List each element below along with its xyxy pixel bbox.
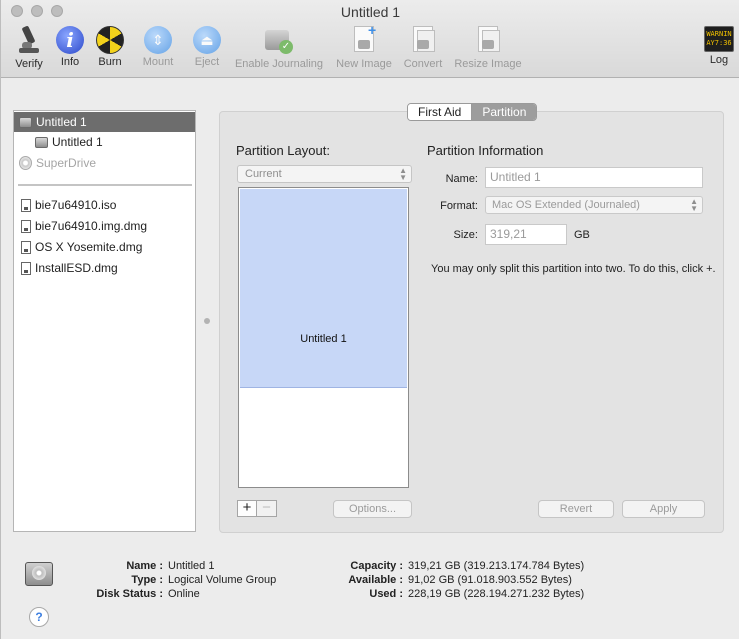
sidebar-item-label: OS X Yosemite.dmg (35, 240, 143, 254)
split-view-handle[interactable] (204, 318, 210, 324)
enable-journaling-label: Enable Journaling (234, 58, 324, 70)
partition-help-text: You may only split this partition into t… (431, 263, 716, 275)
journaling-disk-icon: ✓ (263, 24, 295, 56)
burn-button[interactable]: Burn (95, 24, 125, 68)
title-bar: Untitled 1 Verify i Info Burn ⇕ Mount ⏏ … (1, 0, 739, 78)
partition-volume-name: Untitled 1 (300, 333, 347, 345)
capacity-value: 319,21 GB (319.213.174.784 Bytes) (408, 560, 585, 572)
new-image-icon: + (348, 22, 380, 56)
eject-button[interactable]: ⏏ Eject (191, 24, 223, 68)
partition-map: Untitled 1 (238, 187, 409, 488)
toolbar: Verify i Info Burn ⇕ Mount ⏏ Eject ✓ Ena… (1, 22, 739, 76)
disk-image-icon (21, 240, 31, 254)
name-label: Name: (445, 173, 478, 185)
optical-disc-icon (19, 156, 32, 170)
new-image-button[interactable]: + New Image (333, 22, 395, 70)
device-list: Untitled 1 Untitled 1 SuperDrive bie7u64… (13, 110, 196, 532)
sidebar-item-label: bie7u64910.iso (35, 198, 117, 212)
available-value: 91,02 GB (91.018.903.552 Bytes) (408, 574, 572, 586)
disk-icon (25, 558, 53, 588)
partition-layout-select[interactable]: Current ▲ ▼ (237, 165, 412, 183)
disk-name-value: Untitled 1 (168, 560, 215, 572)
sidebar-item-untitled-disk[interactable]: Untitled 1 (14, 112, 195, 132)
capacity-key: Capacity : (350, 560, 403, 572)
verify-label: Verify (15, 58, 43, 70)
apply-button[interactable]: Apply (622, 500, 705, 518)
info-label: Info (60, 56, 80, 68)
radiation-icon (96, 26, 124, 54)
sidebar-item-untitled-volume[interactable]: Untitled 1 (14, 132, 195, 152)
sidebar-item-label: InstallESD.dmg (35, 261, 118, 275)
sidebar-item-label: SuperDrive (36, 156, 97, 170)
volume-icon (35, 136, 48, 148)
tab-partition[interactable]: Partition (472, 104, 537, 120)
format-select[interactable]: Mac OS Extended (Journaled) ▲ ▼ (485, 196, 703, 214)
mount-icon: ⇕ (144, 26, 172, 54)
size-label: Size: (453, 229, 478, 241)
log-label: Log (709, 54, 729, 66)
window-title: Untitled 1 (340, 4, 401, 20)
sidebar-item-label: Untitled 1 (36, 115, 87, 129)
disk-image-icon (21, 261, 31, 275)
sidebar-item-installesd-dmg[interactable]: InstallESD.dmg (14, 258, 195, 278)
remove-partition-button[interactable]: − (257, 500, 277, 517)
convert-icon (407, 24, 439, 56)
info-button[interactable]: i Info (55, 24, 85, 68)
convert-label: Convert (403, 58, 443, 70)
revert-button[interactable]: Revert (538, 500, 614, 518)
microscope-icon (13, 24, 45, 56)
disk-type-key: Type : (131, 574, 163, 586)
enable-journaling-button[interactable]: ✓ Enable Journaling (230, 24, 328, 70)
used-key: Used : (369, 588, 403, 600)
partition-info-title: Partition Information (427, 143, 544, 158)
sidebar-item-label: Untitled 1 (52, 135, 103, 149)
sidebar-item-superdrive[interactable]: SuperDrive (14, 153, 195, 173)
mount-button[interactable]: ⇕ Mount (140, 24, 176, 68)
up-down-chevron-icon: ▲ ▼ (399, 166, 407, 182)
sidebar-item-label: bie7u64910.img.dmg (35, 219, 148, 233)
up-down-chevron-icon: ▲ ▼ (690, 197, 698, 213)
tab-bar: First Aid Partition (407, 103, 538, 121)
partition-layout-value: Current (245, 168, 282, 180)
verify-button[interactable]: Verify (12, 24, 46, 70)
convert-button[interactable]: Convert (401, 24, 445, 70)
resize-image-icon (472, 24, 504, 56)
log-button[interactable]: WARNIN AY7:36 Log (703, 24, 735, 66)
used-value: 228,19 GB (228.194.271.232 Bytes) (408, 588, 585, 600)
disk-type-value: Logical Volume Group (168, 574, 277, 586)
mount-label: Mount (142, 56, 174, 68)
partition-layout-title: Partition Layout: (236, 143, 330, 158)
options-button[interactable]: Options... (333, 500, 412, 518)
disk-status-key: Disk Status : (96, 588, 163, 600)
sidebar-item-yosemite-dmg[interactable]: OS X Yosemite.dmg (14, 237, 195, 257)
disk-status-value: Online (168, 588, 200, 600)
hard-disk-icon (19, 116, 32, 128)
sidebar-item-img-dmg[interactable]: bie7u64910.img.dmg (14, 216, 195, 236)
size-field[interactable]: 319,21 (485, 224, 567, 245)
size-unit: GB (574, 229, 590, 241)
new-image-label: New Image (336, 58, 392, 70)
resize-image-button[interactable]: Resize Image (451, 24, 525, 70)
help-button[interactable]: ? (29, 607, 49, 627)
partition-add-remove: + − (237, 500, 277, 517)
tab-first-aid[interactable]: First Aid (408, 104, 473, 120)
log-console-icon: WARNIN AY7:36 (704, 26, 734, 52)
disk-image-icon (21, 198, 31, 212)
disk-name-key: Name : (126, 560, 163, 572)
resize-image-label: Resize Image (454, 58, 522, 70)
available-key: Available : (348, 574, 403, 586)
eject-icon: ⏏ (193, 26, 221, 54)
sidebar-divider (18, 184, 192, 186)
disk-utility-window: Untitled 1 Verify i Info Burn ⇕ Mount ⏏ … (0, 0, 739, 639)
eject-label: Eject (194, 56, 220, 68)
burn-label: Burn (98, 56, 122, 68)
disk-image-icon (21, 219, 31, 233)
format-label: Format: (440, 200, 478, 212)
name-field[interactable]: Untitled 1 (485, 167, 703, 188)
info-icon: i (56, 26, 84, 54)
sidebar-item-iso[interactable]: bie7u64910.iso (14, 195, 195, 215)
add-partition-button[interactable]: + (237, 500, 257, 517)
format-value: Mac OS Extended (Journaled) (492, 199, 640, 211)
partition-volume-region[interactable] (240, 189, 407, 388)
